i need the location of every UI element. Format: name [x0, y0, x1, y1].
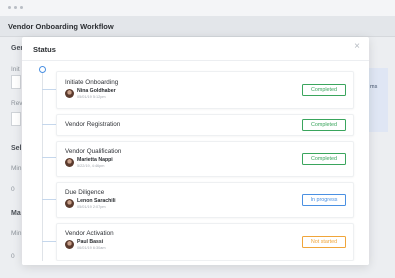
avatar	[65, 240, 74, 249]
avatar	[65, 158, 74, 167]
step-date: 05/01/19 5:12pm	[77, 95, 106, 99]
status-badge[interactable]: Not started	[302, 236, 346, 248]
bg-section-label: Sel	[11, 145, 22, 152]
timeline-connector	[42, 157, 56, 158]
step-user: Lenon Sarachili	[77, 198, 116, 204]
step-date: 06/01/19 6:30am	[77, 246, 106, 250]
timeline-start-icon	[39, 66, 46, 73]
page-header: Vendor Onboarding Workflow	[0, 16, 395, 37]
close-icon[interactable]: ×	[354, 42, 360, 52]
modal-divider	[22, 60, 369, 61]
step-card-vendor-activation: Vendor Activation Paul Bassi 06/01/19 6:…	[56, 223, 354, 261]
status-badge[interactable]: Completed	[302, 84, 346, 96]
step-title: Initiate Onboarding	[65, 79, 119, 86]
avatar	[65, 199, 74, 208]
step-card-vendor-qualification: Vendor Qualification Marietta Nappi 5/22…	[56, 141, 354, 177]
bg-field-label: Min	[11, 230, 22, 237]
status-modal: Status × Initiate Onboarding Nina Goldha…	[22, 37, 369, 265]
status-badge[interactable]: In progress	[302, 194, 346, 206]
step-user: Marietta Nappi	[77, 157, 113, 163]
step-user: Nina Goldhaber	[77, 88, 116, 94]
bg-value: 0	[11, 186, 15, 193]
step-title: Due Diligence	[65, 189, 105, 196]
bg-field-label: Min	[11, 165, 22, 172]
modal-bottom	[22, 261, 369, 265]
step-date: 5/22/19, 4:46pm	[77, 164, 105, 168]
status-badge[interactable]: Completed	[302, 153, 346, 165]
window-dot-icon	[14, 6, 17, 9]
bg-field-label: Init	[11, 66, 20, 73]
step-card-due-diligence: Due Diligence Lenon Sarachili 05/01/19 2…	[56, 182, 354, 218]
bg-section-label: Ma	[11, 210, 21, 217]
bg-field-label: Rev	[11, 100, 23, 107]
step-user: Paul Bassi	[77, 239, 104, 245]
timeline-connector	[42, 241, 56, 242]
bg-value: 0	[11, 253, 15, 260]
step-title: Vendor Registration	[65, 121, 121, 128]
avatar	[65, 89, 74, 98]
page-title: Vendor Onboarding Workflow	[8, 22, 114, 31]
timeline-connector	[42, 124, 56, 125]
step-date: 05/01/19 2:07pm	[77, 205, 106, 209]
timeline-connector	[42, 199, 56, 200]
bg-field	[11, 112, 21, 126]
bg-field	[11, 75, 21, 89]
modal-title: Status	[33, 45, 56, 54]
bg-side-text: ms	[370, 84, 378, 90]
step-title: Vendor Activation	[65, 230, 114, 237]
step-title: Vendor Qualification	[65, 148, 122, 155]
window-dot-icon	[8, 6, 11, 9]
window-dot-icon	[20, 6, 23, 9]
window-topbar	[0, 0, 395, 16]
timeline-line	[42, 72, 43, 265]
status-badge[interactable]: Completed	[302, 119, 346, 131]
timeline-connector	[42, 89, 56, 90]
step-card-vendor-registration: Vendor Registration Completed	[56, 114, 354, 136]
step-card-initiate-onboarding: Initiate Onboarding Nina Goldhaber 05/01…	[56, 71, 354, 109]
